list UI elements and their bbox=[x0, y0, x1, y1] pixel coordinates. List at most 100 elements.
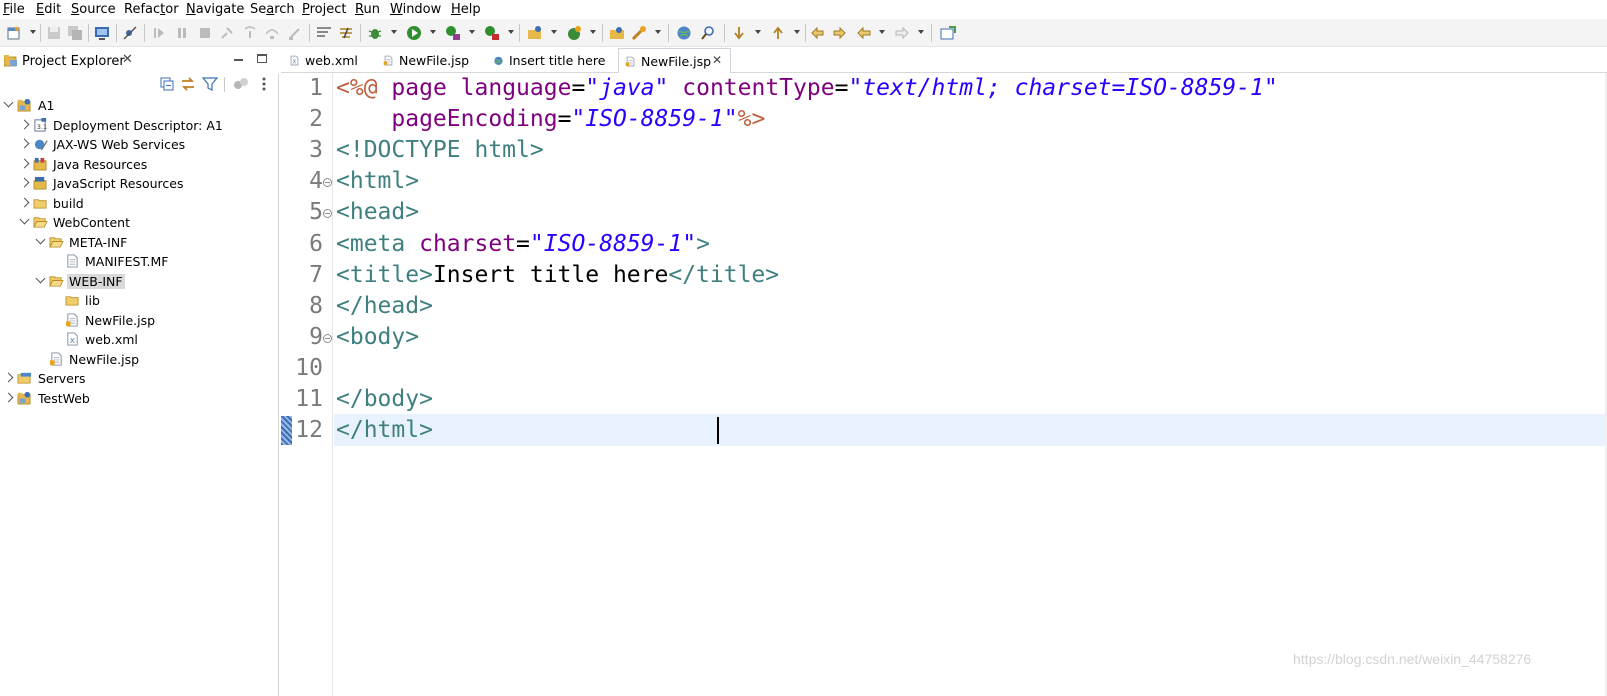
fold-collapse-icon[interactable] bbox=[323, 178, 332, 188]
editor-tab[interactable]: Xweb.xml bbox=[283, 48, 377, 73]
menu-project[interactable]: Project bbox=[302, 2, 347, 17]
run-icon[interactable] bbox=[406, 25, 422, 41]
code-line[interactable]: <head> bbox=[336, 199, 419, 225]
focus-on-active-task-icon[interactable] bbox=[233, 76, 249, 92]
menu-search[interactable]: Search bbox=[250, 2, 295, 17]
close-icon[interactable]: ✕ bbox=[122, 52, 133, 67]
tree-item[interactable]: build bbox=[0, 194, 279, 213]
collapse-arrow-icon[interactable] bbox=[19, 214, 30, 225]
menu-help[interactable]: Help bbox=[451, 2, 481, 17]
code-line[interactable]: </html> bbox=[336, 417, 433, 443]
code-line[interactable]: <html> bbox=[336, 168, 419, 194]
tree-item[interactable]: NewFile.jsp bbox=[0, 350, 279, 369]
back-icon[interactable] bbox=[856, 25, 872, 41]
terminate-icon[interactable] bbox=[197, 25, 213, 41]
open-type-icon[interactable] bbox=[609, 25, 625, 41]
menu-refactor[interactable]: Refactor bbox=[124, 2, 179, 17]
coverage-icon[interactable] bbox=[445, 25, 461, 41]
menu-navigate[interactable]: Navigate bbox=[186, 2, 244, 17]
tree-item[interactable]: A1 bbox=[0, 96, 279, 115]
tree-item[interactable]: META-INF bbox=[0, 233, 279, 252]
view-menu-icon[interactable] bbox=[256, 76, 272, 92]
resume-icon[interactable] bbox=[151, 25, 167, 41]
expand-arrow-icon[interactable] bbox=[19, 138, 30, 149]
previous-annotation-icon[interactable] bbox=[770, 25, 786, 41]
tree-item[interactable]: NewFile.jsp bbox=[0, 311, 279, 330]
tree-item[interactable]: TestWeb bbox=[0, 389, 279, 408]
debug-icon[interactable] bbox=[367, 25, 383, 41]
link-with-editor-icon[interactable] bbox=[180, 76, 196, 92]
code-line[interactable]: pageEncoding="ISO-8859-1"%> bbox=[336, 106, 765, 132]
forward-icon[interactable] bbox=[894, 25, 910, 41]
new-java-project-dropdown-icon[interactable] bbox=[551, 30, 557, 34]
step-over-icon[interactable] bbox=[264, 25, 280, 41]
tree-item[interactable]: JAX-WS Web Services bbox=[0, 135, 279, 154]
back-dropdown-icon[interactable] bbox=[879, 30, 885, 34]
step-into-icon[interactable] bbox=[242, 25, 258, 41]
fold-collapse-icon[interactable] bbox=[323, 209, 332, 219]
next-annotation-icon[interactable] bbox=[731, 25, 747, 41]
menu-source[interactable]: Source bbox=[71, 2, 116, 17]
tree-item[interactable]: WEB-INF bbox=[0, 272, 279, 291]
expand-arrow-icon[interactable] bbox=[3, 392, 14, 402]
new-dropdown-icon[interactable] bbox=[30, 30, 36, 34]
expand-arrow-icon[interactable] bbox=[19, 177, 30, 188]
editor-tab[interactable]: NewFile.jsp ✕ bbox=[618, 48, 731, 73]
coverage-dropdown-icon[interactable] bbox=[469, 30, 475, 34]
tree-item[interactable]: lib bbox=[0, 291, 279, 310]
close-tab-icon[interactable]: ✕ bbox=[712, 53, 722, 67]
collapse-all-icon[interactable] bbox=[159, 76, 175, 92]
tree-item[interactable]: Java Resources bbox=[0, 155, 279, 174]
save-all-icon[interactable] bbox=[67, 25, 83, 41]
last-edit-location-icon[interactable] bbox=[810, 25, 826, 41]
previous-annotation-dropdown-icon[interactable] bbox=[794, 30, 800, 34]
expand-arrow-icon[interactable] bbox=[19, 119, 30, 129]
code-line[interactable]: <title>Insert title here</title> bbox=[336, 262, 779, 288]
new-java-project-icon[interactable] bbox=[527, 25, 543, 41]
project-explorer-tab[interactable]: Project Explorer ✕ bbox=[0, 48, 279, 74]
open-task-icon[interactable] bbox=[631, 25, 647, 41]
debug-dropdown-icon[interactable] bbox=[391, 30, 397, 34]
tree-item[interactable]: WebContent bbox=[0, 213, 279, 232]
filter-icon[interactable] bbox=[202, 76, 218, 92]
toggle-ant-editor-icon[interactable] bbox=[338, 25, 354, 41]
open-task-dropdown-icon[interactable] bbox=[655, 30, 661, 34]
menu-file[interactable]: File bbox=[3, 2, 25, 17]
terminal-icon[interactable] bbox=[94, 25, 110, 41]
tree-item[interactable]: Xweb.xml bbox=[0, 330, 279, 349]
skip-breakpoints-icon[interactable] bbox=[122, 25, 138, 41]
disconnect-icon[interactable] bbox=[219, 25, 235, 41]
expand-arrow-icon[interactable] bbox=[3, 372, 14, 383]
use-step-filters-icon[interactable] bbox=[316, 25, 332, 41]
collapse-arrow-icon[interactable] bbox=[3, 97, 14, 108]
new-java-class-dropdown-icon[interactable] bbox=[590, 30, 596, 34]
tree-item[interactable]: JavaScript Resources bbox=[0, 174, 279, 193]
tree-item[interactable]: 3.1 Deployment Descriptor: A1 bbox=[0, 116, 279, 135]
code-line[interactable]: <%@ page language="java" contentType="te… bbox=[336, 75, 1278, 101]
external-tools-dropdown-icon[interactable] bbox=[508, 30, 514, 34]
search-icon[interactable] bbox=[700, 25, 716, 41]
step-return-icon[interactable] bbox=[287, 25, 303, 41]
code-line[interactable]: <!DOCTYPE html> bbox=[336, 137, 544, 163]
maximize-icon[interactable] bbox=[257, 54, 267, 63]
run-dropdown-icon[interactable] bbox=[430, 30, 436, 34]
menu-run[interactable]: Run bbox=[355, 2, 380, 17]
save-icon[interactable] bbox=[46, 25, 62, 41]
external-tools-icon[interactable] bbox=[484, 25, 500, 41]
tree-item[interactable]: MANIFEST.MF bbox=[0, 252, 279, 271]
code-line[interactable]: <body> bbox=[336, 324, 419, 350]
new-icon[interactable] bbox=[6, 25, 22, 41]
forward-dropdown-icon[interactable] bbox=[918, 30, 924, 34]
suspend-icon[interactable] bbox=[174, 25, 190, 41]
menu-window[interactable]: Window bbox=[390, 2, 441, 17]
expand-arrow-icon[interactable] bbox=[19, 158, 30, 168]
collapse-arrow-icon[interactable] bbox=[35, 273, 46, 283]
next-annotation-dropdown-icon[interactable] bbox=[755, 30, 761, 34]
expand-arrow-icon[interactable] bbox=[19, 197, 30, 207]
new-java-class-icon[interactable] bbox=[566, 25, 582, 41]
code-editor[interactable]: 1 2 3 4 5 6 7 8 9 10 11 12 <%@ page language="java"… bbox=[281, 73, 1607, 696]
fold-collapse-icon[interactable] bbox=[323, 333, 332, 343]
back-history-icon[interactable] bbox=[831, 25, 847, 41]
pin-editor-icon[interactable] bbox=[940, 25, 956, 41]
menu-edit[interactable]: Edit bbox=[36, 2, 61, 17]
